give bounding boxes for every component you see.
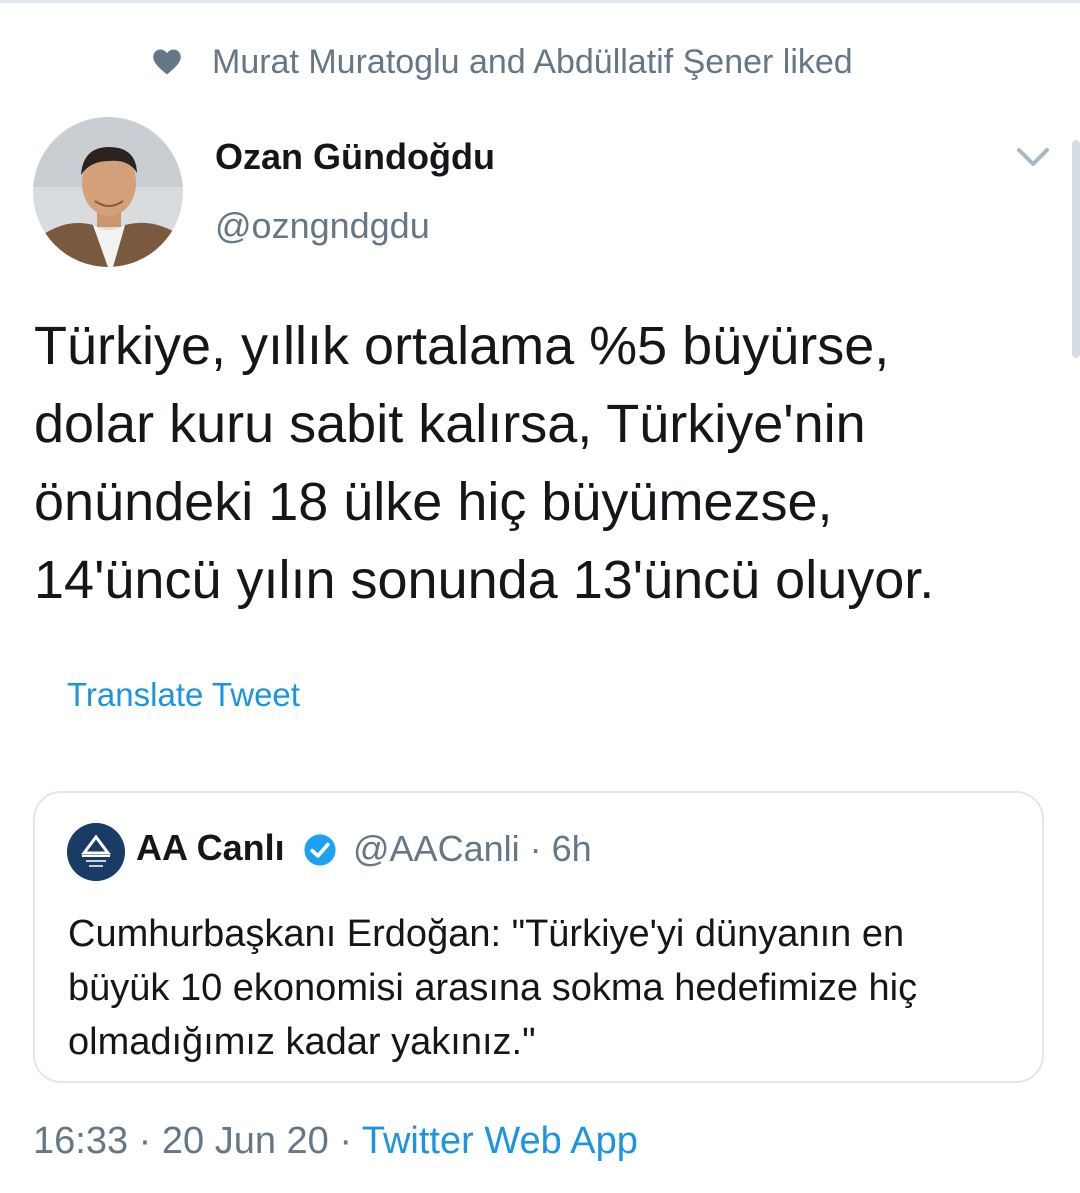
avatar[interactable] xyxy=(33,117,183,267)
tweet-text: Türkiye, yıllık ortalama %5 büyürse, dol… xyxy=(34,316,935,610)
scrollbar[interactable] xyxy=(1072,140,1080,358)
social-context: Murat Muratoglu and Abdüllatif Şener lik… xyxy=(150,40,853,84)
chevron-down-icon[interactable] xyxy=(1013,142,1053,172)
quoted-handle-time: @AACanli · 6h xyxy=(353,828,592,869)
translate-tweet-link[interactable]: Translate Tweet xyxy=(67,676,300,714)
social-context-text: Murat Muratoglu and Abdüllatif Şener lik… xyxy=(212,42,853,81)
quoted-avatar[interactable] xyxy=(67,823,125,881)
source-link[interactable]: Twitter Web App xyxy=(362,1120,638,1162)
author-name[interactable]: Ozan Gündoğdu xyxy=(215,136,495,178)
quoted-tweet-card[interactable]: AA Canlı @AACanli · 6h Cumhurbaşkanı Erd… xyxy=(33,791,1044,1083)
heart-icon xyxy=(150,45,184,79)
quoted-author-name[interactable]: AA Canlı xyxy=(136,827,285,869)
top-divider xyxy=(0,0,1080,3)
verified-badge-icon xyxy=(303,833,337,867)
tweet-metadata: 16:33 · 20 Jun 20 · Twitter Web App xyxy=(33,1120,638,1163)
tweet-timestamp: 16:33 · 20 Jun 20 · xyxy=(33,1120,362,1162)
quoted-tweet-text: Cumhurbaşkanı Erdoğan: "Türkiye'yi dünya… xyxy=(68,913,918,1063)
author-handle[interactable]: @ozngndgdu xyxy=(215,205,430,247)
